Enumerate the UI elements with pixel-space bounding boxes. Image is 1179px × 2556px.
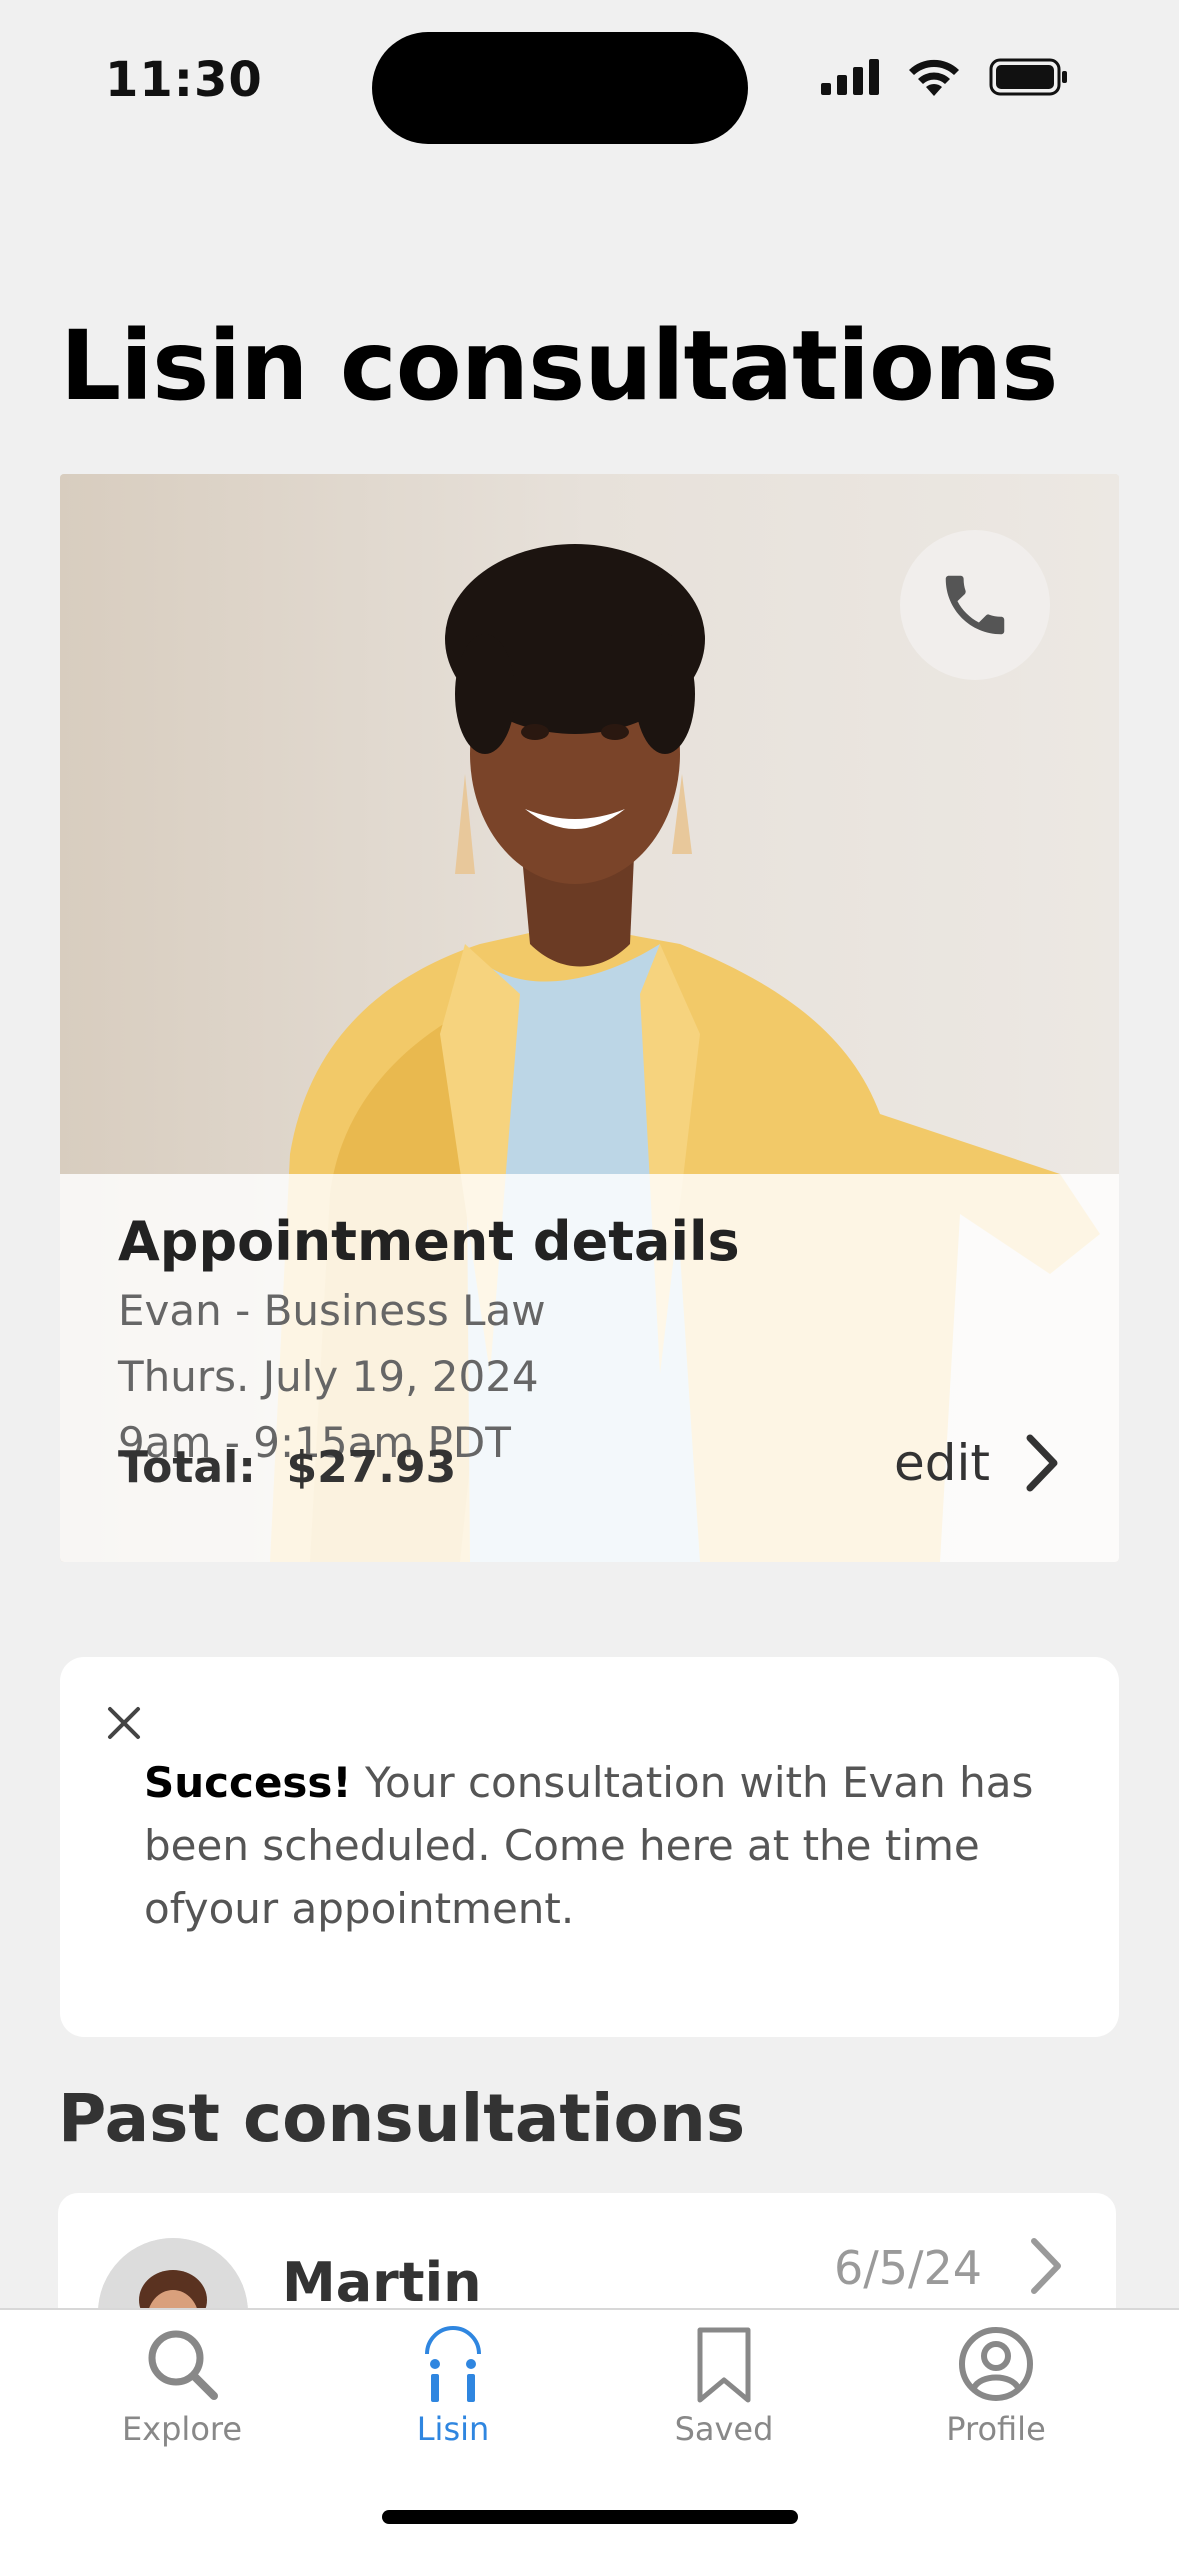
tab-profile-label: Profile [946,2410,1046,2448]
wifi-icon [909,59,959,96]
success-toast: Success! Your consultation with Evan has… [60,1657,1119,2037]
tab-lisin-label: Lisin [416,2410,490,2448]
home-indicator[interactable] [382,2510,798,2524]
edit-label: edit [894,1434,990,1492]
tab-explore-label: Explore [121,2410,243,2448]
total-value: $27.93 [286,1442,457,1493]
dynamic-island [372,32,748,144]
chevron-right-icon [1031,2238,1061,2294]
appointment-lawyer: Evan - Business Law [118,1286,546,1335]
tab-saved[interactable]: Saved [614,2324,834,2448]
tab-lisin[interactable]: Lisin [343,2324,563,2448]
battery-icon [989,58,1067,96]
past-consultation-name: Martin [282,2251,482,2314]
toast-message: Success! Your consultation with Evan has… [144,1751,1104,1940]
appointment-card: Appointment details Evan - Business Law … [60,474,1119,1562]
past-consultations-heading: Past consultations [58,2080,746,2157]
bookmark-icon [697,2327,751,2403]
chevron-right-icon [1026,1434,1058,1492]
total-label: Total: [118,1442,256,1493]
status-time: 11:30 [105,52,263,108]
tab-profile[interactable]: Profile [886,2324,1106,2448]
call-button[interactable] [900,530,1050,680]
page-title: Lisin consultations [60,310,1058,422]
app-screen: 11:30 Lisin consultations Appointment de… [0,0,1179,2556]
status-icons [821,58,1069,96]
close-icon[interactable] [104,1703,144,1743]
appointment-details: Appointment details Evan - Business Law … [60,1174,1119,1562]
toast-title: Success! [144,1758,352,1807]
tab-saved-label: Saved [674,2410,774,2448]
phone-icon [945,575,1005,635]
tab-explore[interactable]: Explore [72,2324,292,2448]
appointment-total: Total: $27.93 [118,1442,456,1493]
past-consultation-date: 6/5/24 [834,2241,983,2295]
lisin-icon [425,2326,481,2402]
cellular-signal-icon [821,59,879,95]
appointment-details-title: Appointment details [118,1210,740,1273]
profile-icon [959,2327,1033,2401]
search-icon [148,2330,218,2400]
appointment-date: Thurs. July 19, 2024 [118,1352,539,1401]
edit-appointment-button[interactable]: edit [894,1432,1060,1494]
